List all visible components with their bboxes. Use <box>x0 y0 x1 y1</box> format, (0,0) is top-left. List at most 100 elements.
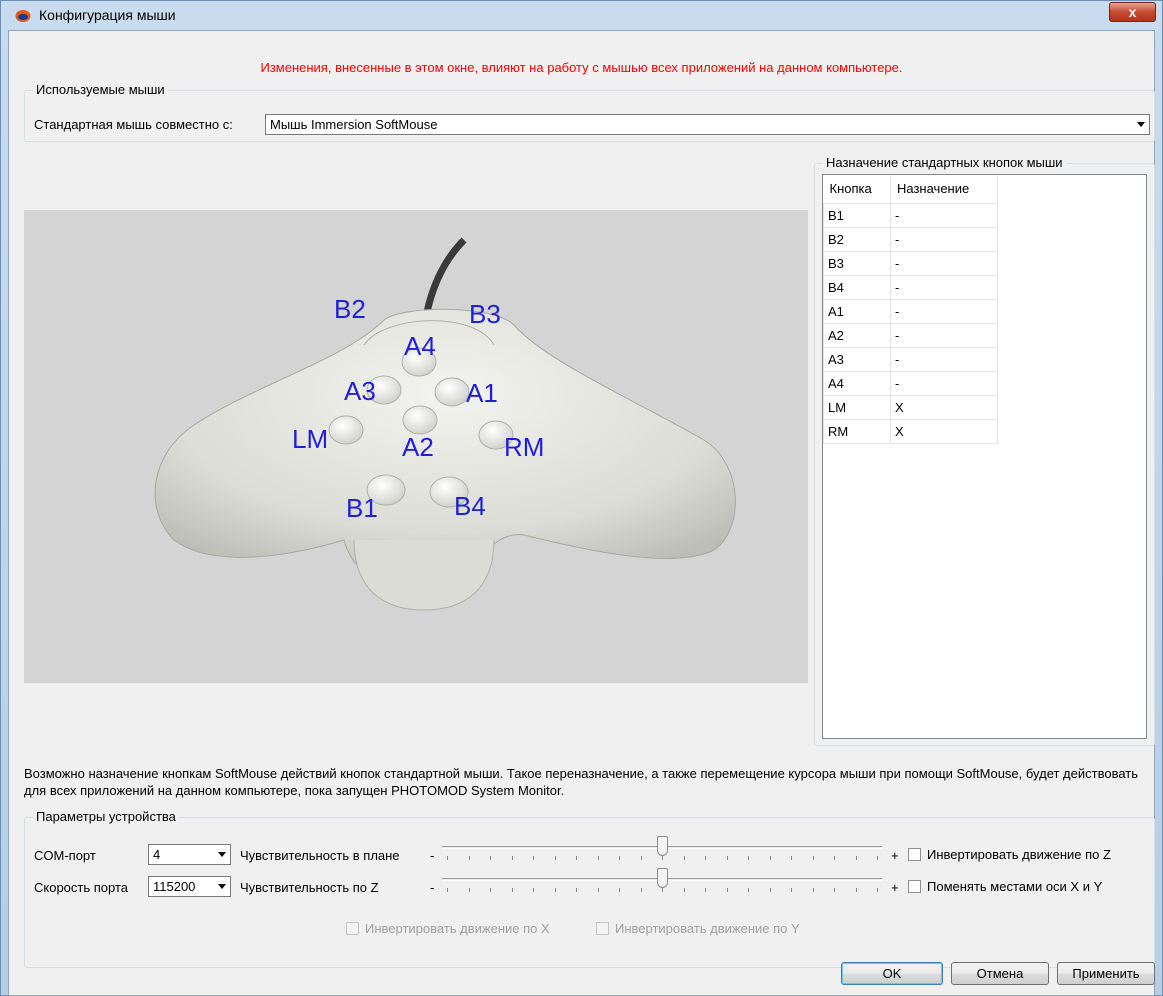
invert-y-checkbox[interactable]: Инвертировать движение по Y <box>596 921 800 936</box>
label-b2: B2 <box>334 294 366 324</box>
button-lm <box>328 415 364 445</box>
cancel-button[interactable]: Отмена <box>951 962 1049 985</box>
table-row[interactable]: A1- <box>823 298 998 324</box>
table-row[interactable]: LM X <box>823 394 998 420</box>
slider-tick <box>533 888 534 892</box>
table-row[interactable]: B4- <box>823 274 998 300</box>
sens-plane-minus: - <box>430 848 435 863</box>
standard-mouse-label: Стандартная мышь совместно с: <box>34 117 233 132</box>
cell-assignment[interactable]: - <box>890 370 998 396</box>
slider-tick <box>619 888 620 892</box>
slider-tick <box>834 856 835 860</box>
table-row[interactable]: B2- <box>823 226 998 252</box>
invert-z-checkbox[interactable]: Инвертировать движение по Z <box>908 847 1111 862</box>
checkbox-box[interactable] <box>908 848 921 861</box>
mouse-select[interactable]: Мышь Immersion SoftMouse <box>265 114 1150 135</box>
ok-button[interactable]: OK <box>841 962 943 985</box>
checkbox-box[interactable] <box>908 880 921 893</box>
table-row[interactable]: A3- <box>823 346 998 372</box>
sens-plane-slider[interactable] <box>442 836 882 862</box>
cell-assignment[interactable]: - <box>890 202 998 228</box>
label-a1: A1 <box>466 378 498 408</box>
label-lm: LM <box>292 424 328 454</box>
slider-tick <box>641 856 642 860</box>
apply-button[interactable]: Применить <box>1057 962 1155 985</box>
slider-tick <box>555 856 556 860</box>
mouse-image-panel: B2 B3 A4 A3 A1 LM A2 RM B1 B4 <box>24 210 808 683</box>
slider-tick <box>791 856 792 860</box>
cell-assignment[interactable]: - <box>890 298 998 324</box>
slider-tick <box>813 888 814 892</box>
invert-x-checkbox[interactable]: Инвертировать движение по X <box>346 921 550 936</box>
description-text: Возможно назначение кнопкам SoftMouse де… <box>24 766 1139 798</box>
slider-tick <box>662 856 663 860</box>
com-port-label: COM-порт <box>34 848 96 863</box>
window-title: Конфигурация мыши <box>39 7 176 23</box>
column-header-assignment[interactable]: Назначение <box>890 175 998 204</box>
table-row[interactable]: RM X <box>823 418 998 444</box>
cell-assignment[interactable]: X <box>890 394 998 420</box>
swap-xy-checkbox[interactable]: Поменять местами оси X и Y <box>908 879 1102 894</box>
sens-z-plus: + <box>891 880 899 895</box>
close-icon: x <box>1128 4 1137 20</box>
table-row[interactable]: B1- <box>823 202 998 228</box>
label-a4: A4 <box>404 331 436 361</box>
cell-button: LM <box>823 394 891 420</box>
mice-group-legend: Используемые мыши <box>33 82 168 97</box>
invert-x-label: Инвертировать движение по X <box>365 921 550 936</box>
cell-button: A3 <box>823 346 891 372</box>
slider-tick <box>447 856 448 860</box>
chevron-down-icon <box>218 884 226 889</box>
table-row[interactable]: A2- <box>823 322 998 348</box>
invert-y-label: Инвертировать движение по Y <box>615 921 800 936</box>
slider-tick <box>791 888 792 892</box>
cell-assignment[interactable]: - <box>890 250 998 276</box>
slider-tick <box>641 888 642 892</box>
slider-thumb[interactable] <box>657 836 668 856</box>
slider-tick <box>576 888 577 892</box>
mouse-select-value: Мышь Immersion SoftMouse <box>270 117 438 132</box>
com-port-value: 4 <box>153 847 161 862</box>
title-bar: Конфигурация мыши x <box>1 1 1162 31</box>
device-group-legend: Параметры устройства <box>33 809 179 824</box>
cell-assignment[interactable]: - <box>890 226 998 252</box>
cell-button: B3 <box>823 250 891 276</box>
slider-tick <box>727 888 728 892</box>
sens-z-slider[interactable] <box>442 868 882 894</box>
cell-assignment[interactable]: X <box>890 418 998 444</box>
slider-tick <box>576 856 577 860</box>
slider-tick <box>770 856 771 860</box>
slider-tick <box>662 888 663 892</box>
swap-xy-label: Поменять местами оси X и Y <box>927 879 1103 894</box>
label-rm: RM <box>504 432 544 462</box>
close-button[interactable]: x <box>1109 2 1156 22</box>
slider-tick <box>533 856 534 860</box>
slider-tick <box>555 888 556 892</box>
slider-thumb[interactable] <box>657 868 668 888</box>
button-a2 <box>402 405 438 435</box>
checkbox-box[interactable] <box>346 922 359 935</box>
label-b1: B1 <box>346 493 378 523</box>
table-row[interactable]: A4- <box>823 370 998 396</box>
sens-plane-plus: + <box>891 848 899 863</box>
cell-assignment[interactable]: - <box>890 322 998 348</box>
speed-select[interactable]: 115200 <box>148 876 231 897</box>
cell-assignment[interactable]: - <box>890 274 998 300</box>
assign-table-panel: Кнопка Назначение B1- B2- B3- B4- A1- A2… <box>822 174 1147 739</box>
cell-assignment[interactable]: - <box>890 346 998 372</box>
slider-tick <box>856 856 857 860</box>
sens-z-label: Чувствительность по Z <box>240 880 379 895</box>
checkbox-box[interactable] <box>596 922 609 935</box>
slider-tick <box>619 856 620 860</box>
cell-button: B2 <box>823 226 891 252</box>
com-port-select[interactable]: 4 <box>148 844 231 865</box>
table-row[interactable]: B3- <box>823 250 998 276</box>
slider-tick <box>490 888 491 892</box>
column-header-button[interactable]: Кнопка <box>823 175 891 204</box>
slider-tick <box>684 888 685 892</box>
speed-value: 115200 <box>153 879 196 894</box>
label-a2: A2 <box>402 432 434 462</box>
chevron-down-icon <box>1137 122 1145 127</box>
slider-tick <box>684 856 685 860</box>
assign-table: Кнопка Назначение B1- B2- B3- B4- A1- A2… <box>823 175 998 444</box>
